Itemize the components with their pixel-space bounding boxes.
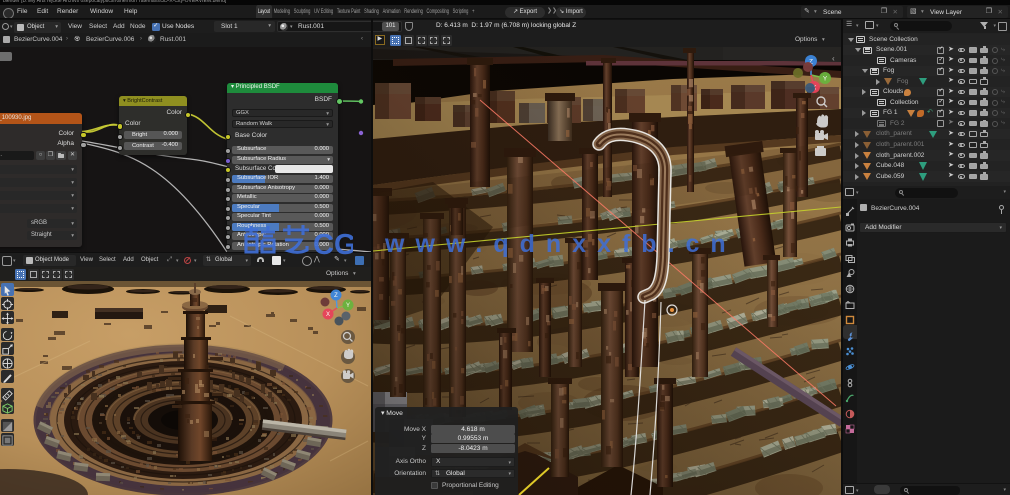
svg-text:Z: Z — [334, 293, 338, 299]
svg-text:Y: Y — [346, 303, 350, 309]
svg-text:Y: Y — [823, 76, 828, 83]
svg-text:X: X — [326, 312, 330, 318]
svg-text:‹: ‹ — [832, 54, 835, 63]
